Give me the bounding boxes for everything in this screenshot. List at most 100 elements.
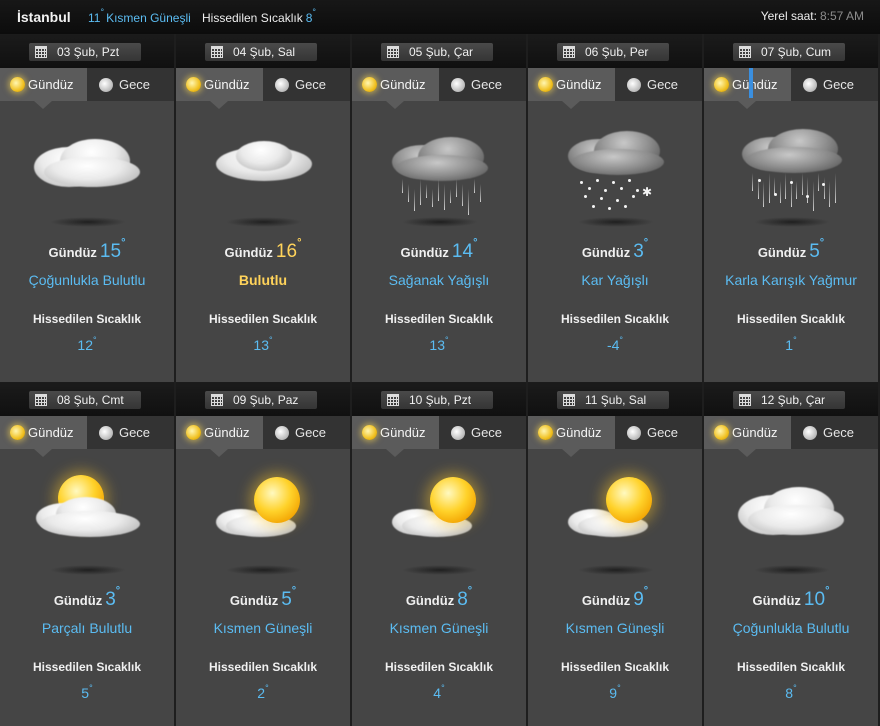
tab-day[interactable]: Gündüz	[0, 68, 87, 109]
date-pill[interactable]: 08 Şub, Cmt	[29, 391, 141, 409]
degree-sign: °	[115, 585, 121, 597]
date-pill[interactable]: 07 Şub, Cum	[733, 43, 845, 61]
rain-icon	[768, 173, 770, 203]
tab-night-label: Gece	[646, 77, 679, 92]
cloud-icon	[748, 505, 844, 535]
moon-icon	[626, 426, 641, 440]
degree-sign: °	[467, 585, 473, 597]
condition-label: Kısmen Güneşli	[213, 620, 313, 636]
date-pill[interactable]: 05 Şub, Çar	[381, 43, 493, 61]
day-temp: 3	[633, 241, 644, 262]
degree-sign: °	[793, 683, 797, 693]
icon-shadow	[578, 217, 654, 227]
sun-icon	[430, 477, 476, 523]
degree-sign: °	[291, 585, 297, 597]
date-bar: 09 Şub, Paz	[176, 382, 350, 416]
date-label: 06 Şub, Per	[585, 45, 649, 59]
cloud-icon	[40, 511, 140, 537]
rain-icon	[807, 177, 808, 203]
forecast-card: 09 Şub, Paz Gündüz Gece Gündüz 5° Kısmen …	[176, 382, 352, 726]
tab-day[interactable]: Gündüz	[704, 68, 791, 109]
moon-icon	[274, 426, 289, 440]
current-weather: 11° Kısmen Güneşli	[88, 7, 191, 25]
day-temp-line: Gündüz 8°	[352, 585, 526, 611]
day-prefix: Gündüz	[405, 593, 455, 608]
degree-sign: °	[312, 7, 317, 17]
tab-day[interactable]: Gündüz	[176, 68, 263, 109]
cloud-icon	[44, 157, 140, 187]
tab-night[interactable]: Gece	[790, 68, 878, 101]
tab-day[interactable]: Gündüz	[352, 416, 439, 457]
tab-day[interactable]: Gündüz	[528, 416, 615, 457]
date-pill[interactable]: 10 Şub, Pzt	[381, 391, 493, 409]
tab-night[interactable]: Gece	[438, 416, 526, 449]
tab-night[interactable]: Gece	[262, 68, 350, 101]
tab-night[interactable]: Gece	[614, 416, 702, 449]
date-pill[interactable]: 03 Şub, Pzt	[29, 43, 141, 61]
forecast-card: 03 Şub, Pzt Gündüz Gece Gündüz 15° Çoğunl…	[0, 34, 176, 382]
snowflake-icon	[612, 181, 615, 184]
city-name[interactable]: İstanbul	[17, 9, 71, 25]
forecast-row-1: 03 Şub, Pzt Gündüz Gece Gündüz 15° Çoğunl…	[0, 34, 880, 382]
current-condition: Kısmen Güneşli	[106, 11, 191, 25]
date-pill[interactable]: 11 Şub, Sal	[557, 391, 669, 409]
tab-night[interactable]: Gece	[614, 68, 702, 101]
day-prefix: Gündüz	[48, 245, 97, 260]
day-temp: 16	[275, 241, 298, 262]
degree-sign: °	[100, 7, 105, 17]
top-bar: İstanbul 11° Kısmen Güneşli Hissedilen Sı…	[0, 0, 880, 34]
tab-night[interactable]: Gece	[438, 68, 526, 101]
tab-night[interactable]: Gece	[86, 68, 174, 101]
sun-icon	[254, 477, 300, 523]
forecast-card: 10 Şub, Pzt Gündüz Gece Gündüz 8° Kısmen …	[352, 382, 528, 726]
forecast-card: 12 Şub, Çar Gündüz Gece Gündüz 10° Çoğunl…	[704, 382, 880, 726]
day-temp: 14	[451, 241, 474, 262]
scroll-marker[interactable]	[749, 68, 753, 98]
rain-icon	[480, 184, 481, 202]
rain-icon	[829, 181, 830, 207]
tab-night[interactable]: Gece	[262, 416, 350, 449]
feels-temp: 13°	[352, 335, 526, 353]
tab-night-label: Gece	[822, 77, 855, 92]
date-bar: 07 Şub, Cum	[704, 34, 878, 68]
snowflake-icon	[806, 195, 809, 198]
weather-icon	[704, 109, 878, 229]
tab-night[interactable]: Gece	[790, 416, 878, 449]
snowflake-icon	[620, 187, 623, 190]
tab-day[interactable]: Gündüz	[352, 68, 439, 109]
rain-icon	[438, 179, 439, 201]
tab-night-label: Gece	[470, 425, 503, 440]
moon-icon	[450, 78, 465, 92]
feels-temp: -4°	[528, 335, 702, 353]
date-pill[interactable]: 09 Şub, Paz	[205, 391, 317, 409]
rain-icon	[426, 184, 427, 198]
tab-day[interactable]: Gündüz	[176, 416, 263, 457]
tab-day-label: Gündüz	[732, 425, 778, 440]
condition-label: Karla Karışık Yağmur	[725, 272, 857, 288]
date-bar: 10 Şub, Pzt	[352, 382, 526, 416]
tab-day[interactable]: Gündüz	[0, 416, 87, 457]
tab-day[interactable]: Gündüz	[704, 416, 791, 457]
date-bar: 04 Şub, Sal	[176, 34, 350, 68]
rain-icon	[402, 179, 403, 193]
sun-icon	[186, 77, 201, 92]
tab-day[interactable]: Gündüz	[528, 68, 615, 109]
icon-shadow	[578, 565, 654, 575]
cloud-icon	[396, 155, 488, 181]
sun-icon	[10, 425, 25, 440]
tab-day-label: Gündüz	[204, 77, 250, 92]
date-pill[interactable]: 06 Şub, Per	[557, 43, 669, 61]
date-pill[interactable]: 12 Şub, Çar	[733, 391, 845, 409]
feels-label: Hissedilen Sıcaklık	[384, 312, 494, 326]
date-pill[interactable]: 04 Şub, Sal	[205, 43, 317, 61]
snowflake-icon	[604, 189, 607, 192]
day-temp-line: Gündüz 5°	[704, 237, 878, 263]
tab-night[interactable]: Gece	[86, 416, 174, 449]
degree-sign: °	[268, 335, 273, 345]
sun-icon	[606, 477, 652, 523]
day-night-tabs: Gündüz Gece	[704, 416, 878, 457]
forecast-card: 06 Şub, Per Gündüz Gece ✱ Gündüz 3° Kar Y…	[528, 34, 704, 382]
forecast-card: 08 Şub, Cmt Gündüz Gece Gündüz 3° Parçalı…	[0, 382, 176, 726]
day-night-tabs: Gündüz Gece	[0, 416, 174, 457]
condition-label: Kar Yağışlı	[581, 272, 649, 288]
